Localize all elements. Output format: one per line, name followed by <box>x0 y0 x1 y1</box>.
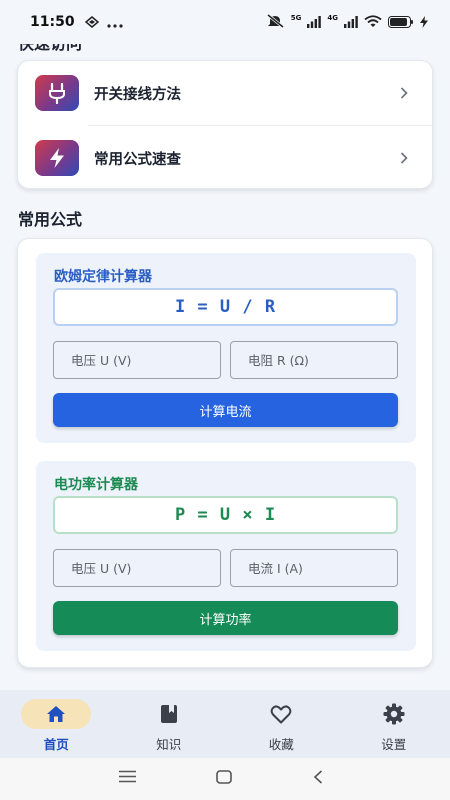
formula-card: 欧姆定律计算器 I = U / R 计算电流 电功率计算器 P = U × I … <box>17 238 433 668</box>
bottom-navigation: 首页 知识 收藏 设置 <box>0 690 450 758</box>
network-5g-label: 5G <box>290 13 302 22</box>
heart-icon <box>270 703 292 725</box>
plug-icon <box>35 75 79 111</box>
status-bar: 11:50 5G 4G <box>0 0 450 44</box>
section-title-formulas: 常用公式 <box>18 210 83 229</box>
back-icon[interactable] <box>313 770 323 784</box>
home-button-icon[interactable] <box>216 770 232 784</box>
battery-icon <box>388 13 414 32</box>
quick-access-card: 开关接线方法 常用公式速查 <box>17 60 433 189</box>
status-time: 11:50 <box>30 14 75 30</box>
current-input[interactable] <box>230 549 398 587</box>
quick-item-label: 开关接线方法 <box>94 86 181 103</box>
resistance-input[interactable] <box>230 341 398 379</box>
signal-icon <box>344 13 358 32</box>
nav-label: 知识 <box>156 737 182 752</box>
network-4g-label: 4G <box>327 13 338 22</box>
calculate-power-button[interactable]: 计算功率 <box>53 601 398 635</box>
menu-icon[interactable] <box>119 770 136 783</box>
power-formula-display: P = U × I <box>53 496 398 534</box>
main-content[interactable]: 快速访问 开关接线方法 常用公式速查 <box>0 0 450 690</box>
mute-icon <box>266 13 285 32</box>
voltage-input[interactable] <box>53 549 221 587</box>
nav-item-home[interactable]: 首页 <box>0 690 113 758</box>
book-icon <box>160 703 178 725</box>
more-notifications-icon <box>106 13 123 32</box>
power-calculator-title: 电功率计算器 <box>54 477 138 493</box>
calculate-current-button[interactable]: 计算电流 <box>53 393 398 427</box>
voltage-input[interactable] <box>53 341 221 379</box>
power-calculator-panel: 电功率计算器 P = U × I 计算功率 <box>36 461 416 651</box>
chevron-right-icon <box>400 152 408 164</box>
quick-item-label: 常用公式速查 <box>94 151 181 168</box>
nav-label: 首页 <box>43 737 69 752</box>
ohm-calculator-title: 欧姆定律计算器 <box>54 269 152 285</box>
lightning-icon <box>35 140 79 176</box>
nav-label: 收藏 <box>268 737 294 752</box>
signal-icon <box>307 13 322 32</box>
nav-item-settings[interactable]: 设置 <box>338 690 450 758</box>
ohm-calculator-panel: 欧姆定律计算器 I = U / R 计算电流 <box>36 253 416 443</box>
wifi-icon <box>364 13 382 32</box>
nav-item-favorites[interactable]: 收藏 <box>225 690 338 758</box>
nfc-icon <box>84 13 99 32</box>
nav-label: 设置 <box>381 737 407 752</box>
home-icon <box>46 703 66 725</box>
gear-icon <box>383 703 405 725</box>
quick-item-switch-wiring[interactable]: 开关接线方法 <box>18 61 432 125</box>
ohm-formula-display: I = U / R <box>53 288 398 326</box>
chevron-right-icon <box>400 87 408 99</box>
charging-icon <box>420 13 428 32</box>
quick-item-formula-lookup[interactable]: 常用公式速查 <box>18 126 432 188</box>
system-navigation-bar <box>0 758 450 800</box>
nav-item-knowledge[interactable]: 知识 <box>113 690 226 758</box>
